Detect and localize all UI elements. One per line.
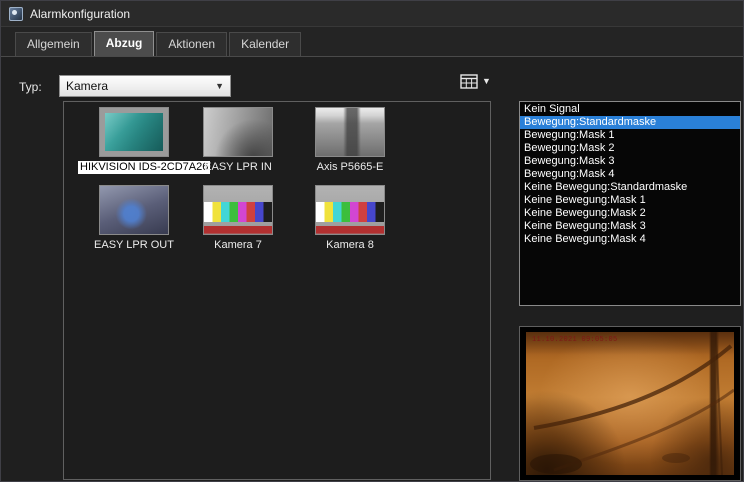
camera-name: EASY LPR IN [202,161,274,174]
alarm-configuration-window: Alarmkonfiguration Allgemein Abzug Aktio… [0,0,744,482]
camera-tile-easy-lpr-out[interactable]: EASY LPR OUT [78,185,190,253]
camera-thumbnail [203,185,273,235]
preview-timestamp: 11.10.2021 09:05:05 [532,336,618,344]
chevron-down-icon: ▼ [215,81,224,91]
camera-tile-kamera-8[interactable]: Kamera 8 [294,185,406,253]
camera-name: Axis P5665-E [315,161,386,174]
alarm-list-item[interactable]: Keine Bewegung:Mask 3 [520,220,740,233]
chevron-down-icon: ▼ [482,76,491,86]
camera-thumbnail [315,185,385,235]
tab-allgemein[interactable]: Allgemein [15,32,92,56]
alarm-list-item[interactable]: Keine Bewegung:Standardmaske [520,181,740,194]
camera-thumbnail [315,107,385,157]
preview-road-overlay [526,332,734,475]
typ-dropdown-value: Kamera [66,79,108,93]
tab-aktionen[interactable]: Aktionen [156,32,227,56]
title-bar: Alarmkonfiguration [1,1,744,27]
app-icon [9,7,23,21]
typ-dropdown[interactable]: Kamera ▼ [59,75,231,97]
tab-strip: Allgemein Abzug Aktionen Kalender [1,27,744,57]
camera-name: Kamera 7 [212,239,264,252]
alarm-list-item-selected[interactable]: Bewegung:Standardmaske [520,116,740,129]
alarm-list-item[interactable]: Bewegung:Mask 4 [520,168,740,181]
camera-thumbnail [99,185,169,235]
alarm-list-item[interactable]: Keine Bewegung:Mask 2 [520,207,740,220]
view-mode-button[interactable]: ▼ [457,69,494,93]
camera-tile-easy-lpr-in[interactable]: EASY LPR IN [182,107,294,175]
alarm-type-list: Kein Signal Bewegung:Standardmaske Beweg… [519,101,741,306]
camera-preview-panel: 11.10.2021 09:05:05 [519,326,741,481]
camera-thumbnail [203,107,273,157]
alarm-list-item[interactable]: Keine Bewegung:Mask 4 [520,233,740,246]
tab-kalender[interactable]: Kalender [229,32,301,56]
camera-preview-image: 11.10.2021 09:05:05 [526,332,734,475]
camera-name: EASY LPR OUT [92,239,176,252]
alarm-list-item[interactable]: Bewegung:Mask 2 [520,142,740,155]
camera-thumbnail [99,107,169,157]
alarm-list-item[interactable]: Bewegung:Mask 1 [520,129,740,142]
alarm-list-item[interactable]: Bewegung:Mask 3 [520,155,740,168]
camera-tile-kamera-7[interactable]: Kamera 7 [182,185,294,253]
alarm-list-item[interactable]: Keine Bewegung:Mask 1 [520,194,740,207]
camera-tile-axis[interactable]: Axis P5665-E [294,107,406,175]
grid-view-icon [460,74,478,89]
camera-name: Kamera 8 [324,239,376,252]
camera-tile-hikvision[interactable]: HIKVISION IDS-2CD7A26 [78,107,190,175]
window-title: Alarmkonfiguration [30,7,130,21]
alarm-list-item[interactable]: Kein Signal [520,103,740,116]
camera-grid-panel: HIKVISION IDS-2CD7A26 EASY LPR IN Axis P… [63,101,491,480]
tab-abzug[interactable]: Abzug [94,31,155,56]
typ-label: Typ: [19,80,42,94]
